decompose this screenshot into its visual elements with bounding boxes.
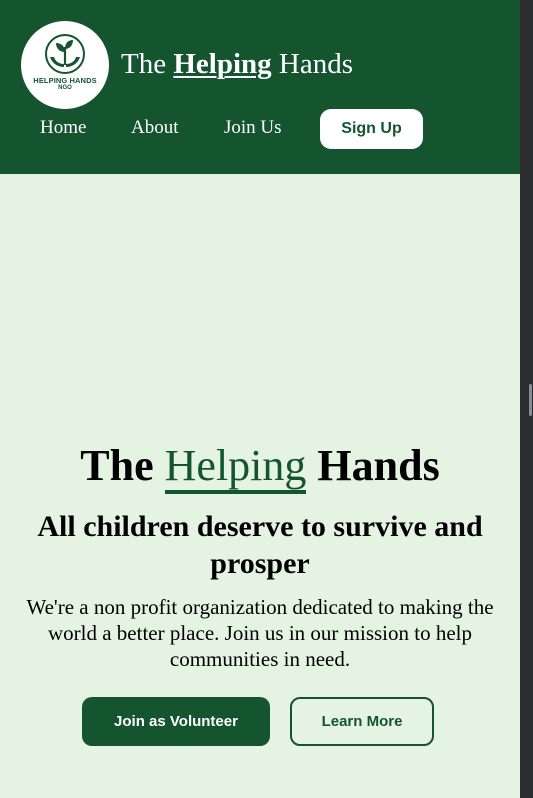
learn-more-button[interactable]: Learn More — [290, 697, 434, 746]
site-title-post: Hands — [278, 48, 354, 80]
logo[interactable]: HELPING HANDS NGO — [21, 21, 109, 109]
hero-title: The Helping Hands — [0, 440, 520, 494]
nav-about-link[interactable]: About — [131, 117, 179, 139]
scrollbar-thumb[interactable] — [529, 384, 532, 416]
hands-with-sprout-icon — [45, 34, 85, 74]
logo-subtext: NGO — [58, 85, 72, 91]
sign-up-button[interactable]: Sign Up — [320, 109, 423, 149]
site-title-pre: The — [121, 48, 167, 80]
site-header: HELPING HANDS NGO The Helping Hands Home… — [0, 0, 520, 174]
logo-text: HELPING HANDS — [33, 76, 97, 85]
hero-title-emphasis: Helping — [164, 441, 307, 494]
site-title[interactable]: The Helping Hands — [121, 48, 353, 81]
page: HELPING HANDS NGO The Helping Hands Home… — [0, 0, 520, 798]
hero-subtitle: All children deserve to survive and pros… — [37, 510, 483, 580]
site-title-emphasis: Helping — [173, 48, 272, 80]
nav-home-link[interactable]: Home — [40, 117, 86, 139]
hero-description: We're a non profit organization dedicate… — [26, 595, 494, 671]
nav-join-us-link[interactable]: Join Us — [224, 117, 282, 139]
scrollbar[interactable] — [520, 0, 533, 798]
hero-title-pre: The — [80, 441, 154, 490]
join-as-volunteer-button[interactable]: Join as Volunteer — [82, 697, 270, 746]
hero-title-post: Hands — [317, 441, 440, 490]
